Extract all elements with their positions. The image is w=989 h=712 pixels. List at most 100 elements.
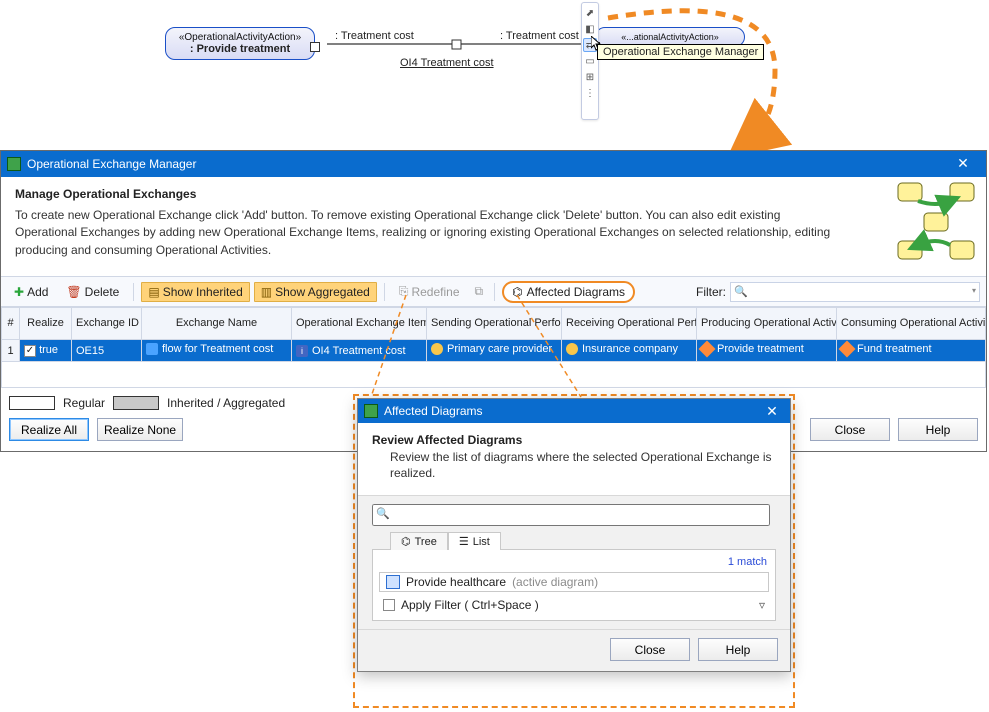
col-producer[interactable]: Producing Operational Activity bbox=[697, 308, 837, 340]
cell-producer[interactable]: Provide treatment bbox=[697, 340, 837, 362]
popup-header: Review Affected Diagrams Review the list… bbox=[358, 423, 790, 495]
stereotype-label: «OperationalActivityAction» bbox=[176, 32, 304, 43]
activity-icon bbox=[839, 341, 856, 358]
popup-description: Review the list of diagrams where the se… bbox=[390, 449, 776, 481]
col-num[interactable]: # bbox=[2, 308, 20, 340]
filter-label: Filter: bbox=[696, 285, 726, 299]
smart-item-1[interactable]: ⬈ bbox=[583, 6, 597, 20]
apply-filter-checkbox[interactable] bbox=[383, 599, 395, 611]
popup-footer: Close Help bbox=[358, 629, 790, 671]
dialog-title: Operational Exchange Manager bbox=[27, 157, 196, 171]
diagram-icon bbox=[386, 575, 400, 589]
help-button[interactable]: Help bbox=[898, 418, 978, 441]
table-row-empty bbox=[2, 362, 986, 388]
dialog-heading: Manage Operational Exchanges bbox=[15, 187, 972, 201]
smart-item-6[interactable]: ⋮ bbox=[583, 86, 597, 100]
info-icon: i bbox=[296, 345, 308, 357]
popup-title: Affected Diagrams bbox=[384, 404, 483, 418]
diagram-canvas: «OperationalActivityAction» : Provide tr… bbox=[0, 0, 989, 150]
activity-icon bbox=[699, 341, 716, 358]
search-icon: 🔍 bbox=[376, 507, 390, 520]
add-button[interactable]: ✚Add bbox=[7, 282, 55, 302]
dialog-header: Manage Operational Exchanges To create n… bbox=[1, 177, 986, 277]
filter-icon[interactable]: ▿ bbox=[759, 598, 765, 612]
table-header-row: # Realize Exchange ID Exchange Name Oper… bbox=[2, 308, 986, 340]
tree-icon: ⌬ bbox=[512, 285, 522, 299]
col-realize[interactable]: Realize bbox=[20, 308, 72, 340]
dialog-titlebar[interactable]: Operational Exchange Manager ✕ bbox=[1, 151, 986, 177]
edge-label-left: : Treatment cost bbox=[335, 30, 414, 42]
redefine-button[interactable]: ⎘Redefine bbox=[392, 281, 467, 302]
popup-help-button[interactable]: Help bbox=[698, 638, 778, 661]
cell-consumer[interactable]: Fund treatment bbox=[837, 340, 986, 362]
filter-input[interactable] bbox=[730, 282, 980, 302]
col-sender[interactable]: Sending Operational Performer bbox=[427, 308, 562, 340]
app-icon bbox=[364, 404, 378, 418]
col-item[interactable]: Operational Exchange Item bbox=[292, 308, 427, 340]
header-graphic bbox=[892, 179, 982, 267]
cell-sender[interactable]: Primary care provider bbox=[427, 340, 562, 362]
cell-exchange-name[interactable]: flow for Treatment cost bbox=[142, 340, 292, 362]
realize-all-button[interactable]: Realize All bbox=[9, 418, 89, 441]
exchange-table[interactable]: # Realize Exchange ID Exchange Name Oper… bbox=[1, 307, 986, 388]
popup-titlebar[interactable]: Affected Diagrams ✕ bbox=[358, 399, 790, 423]
tab-tree[interactable]: ⌬Tree bbox=[390, 532, 448, 550]
smart-item-5[interactable]: ⊞ bbox=[583, 70, 597, 84]
legend-swatch-regular bbox=[9, 396, 55, 410]
cell-exchange-id[interactable]: OE15 bbox=[72, 340, 142, 362]
col-consumer[interactable]: Consuming Operational Activity bbox=[837, 308, 986, 340]
apply-filter-row: Apply Filter ( Ctrl+Space ) ▿ bbox=[379, 592, 769, 614]
list-item-suffix: (active diagram) bbox=[512, 575, 598, 589]
popup-tabs: ⌬Tree ☰List bbox=[390, 532, 776, 550]
list-item-name: Provide healthcare bbox=[406, 575, 506, 589]
legend-regular-label: Regular bbox=[63, 396, 105, 410]
close-button[interactable]: ✕ bbox=[944, 153, 982, 173]
exchange-manager-dialog: Operational Exchange Manager ✕ Manage Op… bbox=[0, 150, 987, 452]
dialog-description: To create new Operational Exchange click… bbox=[15, 207, 835, 259]
performer-icon bbox=[431, 343, 443, 355]
edge-label-right: : Treatment cost bbox=[500, 30, 579, 42]
separator bbox=[494, 283, 495, 301]
col-exchange-id[interactable]: Exchange ID bbox=[72, 308, 142, 340]
col-exchange-name[interactable]: Exchange Name bbox=[142, 308, 292, 340]
activity-name: : Provide treatment bbox=[176, 43, 304, 55]
output-pin[interactable] bbox=[310, 42, 320, 52]
apply-filter-label: Apply Filter ( Ctrl+Space ) bbox=[401, 598, 539, 612]
match-count: 1 match bbox=[379, 554, 769, 572]
cell-realize[interactable]: true bbox=[20, 340, 72, 362]
close-button[interactable]: ✕ bbox=[758, 401, 786, 421]
table-row[interactable]: 1 true OE15 flow for Treatment cost iOI4… bbox=[2, 340, 986, 362]
separator bbox=[133, 283, 134, 301]
popup-search-input[interactable] bbox=[372, 504, 770, 526]
filter-area: Filter: 🔍 ▾ bbox=[696, 282, 980, 302]
toolbar: ✚Add 🗑Delete ▤Show Inherited ▥Show Aggre… bbox=[1, 277, 986, 307]
smart-item-4[interactable]: ▭ bbox=[583, 54, 597, 68]
list-item[interactable]: Provide healthcare (active diagram) bbox=[379, 572, 769, 592]
app-icon bbox=[7, 157, 21, 171]
close-button[interactable]: Close bbox=[810, 418, 890, 441]
popup-heading: Review Affected Diagrams bbox=[372, 433, 776, 447]
popup-list: 1 match Provide healthcare (active diagr… bbox=[372, 549, 776, 621]
show-aggregated-toggle[interactable]: ▥Show Aggregated bbox=[254, 282, 377, 302]
search-icon: 🔍 bbox=[734, 285, 748, 298]
legend-swatch-inherited bbox=[113, 396, 159, 410]
delete-button[interactable]: 🗑Delete bbox=[59, 282, 126, 302]
show-inherited-toggle[interactable]: ▤Show Inherited bbox=[141, 282, 249, 302]
action-icon-button[interactable]: ⧉ bbox=[471, 281, 488, 302]
realize-checkbox[interactable] bbox=[24, 345, 36, 357]
smart-toolbar[interactable]: ⬈ ◧ ⇄ ▭ ⊞ ⋮ bbox=[581, 2, 599, 120]
realize-none-button[interactable]: Realize None bbox=[97, 418, 183, 441]
chevron-down-icon[interactable]: ▾ bbox=[972, 286, 976, 295]
affected-diagrams-button[interactable]: ⌬ Affected Diagrams bbox=[502, 281, 635, 303]
col-receiver[interactable]: Receiving Operational Performer bbox=[562, 308, 697, 340]
cell-receiver[interactable]: Insurance company bbox=[562, 340, 697, 362]
popup-close-button[interactable]: Close bbox=[610, 638, 690, 661]
activity-provide-treatment[interactable]: «OperationalActivityAction» : Provide tr… bbox=[165, 27, 315, 60]
separator bbox=[384, 283, 385, 301]
list-icon: ☰ bbox=[459, 535, 469, 548]
cell-item[interactable]: iOI4 Treatment cost bbox=[292, 340, 427, 362]
tab-list[interactable]: ☰List bbox=[448, 532, 501, 550]
smart-item-2[interactable]: ◧ bbox=[583, 22, 597, 36]
tree-icon: ⌬ bbox=[401, 535, 411, 548]
cell-num: 1 bbox=[2, 340, 20, 362]
